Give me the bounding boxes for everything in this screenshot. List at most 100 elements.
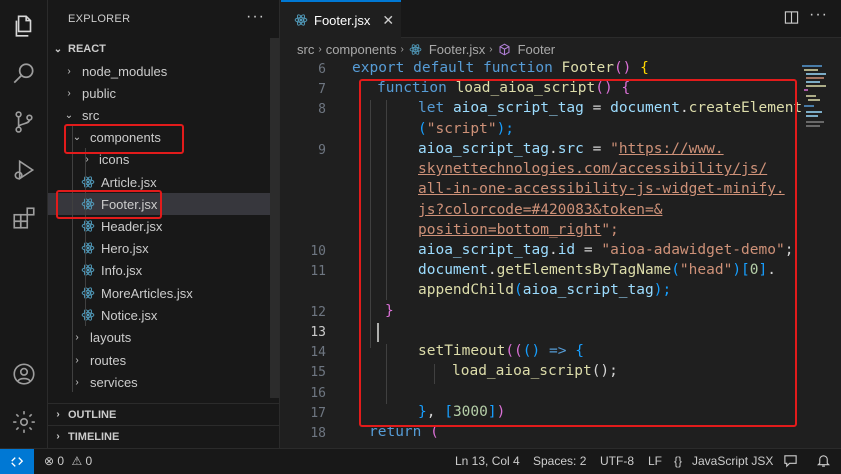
feedback-icon[interactable] bbox=[783, 453, 798, 471]
line-number: 10 bbox=[310, 244, 326, 259]
tree-item-hero[interactable]: Hero.jsx bbox=[48, 237, 279, 259]
tree-item-label: icons bbox=[99, 151, 130, 167]
encoding[interactable]: UTF-8 bbox=[600, 454, 634, 468]
tree-item-label: Notice.jsx bbox=[101, 307, 158, 323]
react-file-icon bbox=[80, 240, 96, 256]
extensions-icon[interactable] bbox=[0, 196, 48, 240]
react-file-icon bbox=[80, 174, 96, 190]
explorer-sidebar: EXPLORER ··· ⌄ REACT › node_modules › publ… bbox=[48, 0, 280, 448]
error-count: 0 bbox=[57, 454, 65, 468]
chevron-right-icon: › bbox=[400, 43, 404, 55]
chevron-right-icon: › bbox=[67, 65, 71, 77]
code-line-18: return ( bbox=[369, 424, 439, 440]
settings-gear-icon[interactable] bbox=[0, 400, 48, 444]
chevron-right-icon: › bbox=[85, 153, 89, 165]
remote-indicator-icon[interactable] bbox=[0, 449, 34, 474]
run-debug-icon[interactable] bbox=[0, 148, 48, 192]
tree-item-info[interactable]: Info.jsx bbox=[48, 259, 279, 281]
code-line-9-wrap: skynettechnologies.com/accessibility/js/ bbox=[418, 161, 768, 177]
indentation[interactable]: Spaces: 2 bbox=[533, 454, 586, 468]
tree-item-label: Article.jsx bbox=[101, 174, 157, 190]
tree-item-public[interactable]: › public bbox=[48, 82, 279, 104]
code-line-8-wrap: ("script"); bbox=[418, 121, 515, 137]
tree-item-footer[interactable]: Footer.jsx bbox=[48, 193, 279, 215]
line-number: 6 bbox=[318, 62, 326, 77]
search-icon[interactable] bbox=[0, 52, 48, 96]
breadcrumb-item[interactable]: Footer bbox=[518, 42, 556, 57]
react-file-icon bbox=[408, 41, 424, 57]
bell-icon[interactable] bbox=[816, 453, 831, 471]
tree-item-routes[interactable]: › routes bbox=[48, 349, 279, 371]
react-file-icon bbox=[80, 285, 96, 301]
react-file-icon bbox=[80, 262, 96, 278]
breadcrumb: src › components › Footer.jsx › Footer bbox=[281, 38, 841, 60]
code-line-7: function load_aioa_script() { bbox=[377, 80, 631, 96]
indent-guide bbox=[386, 344, 387, 404]
code-line-9: aioa_script_tag.src = "https://www. bbox=[418, 141, 724, 157]
tree-item-label: Info.jsx bbox=[101, 262, 143, 278]
symbol-cube-icon bbox=[497, 41, 513, 57]
chevron-right-icon: › bbox=[56, 431, 60, 442]
section-timeline[interactable]: › TIMELINE bbox=[48, 425, 279, 447]
tree-item-header[interactable]: Header.jsx bbox=[48, 215, 279, 237]
indent-guide bbox=[386, 100, 387, 300]
code-line-11: document.getElementsByTagName("head")[0]… bbox=[418, 262, 776, 278]
indent-guide bbox=[72, 126, 73, 392]
account-icon[interactable] bbox=[0, 352, 48, 396]
tree-item-layouts[interactable]: › layouts bbox=[48, 326, 279, 348]
tree-item-components[interactable]: ⌄ components bbox=[48, 126, 279, 148]
line-number: 9 bbox=[318, 143, 326, 158]
tree-item-label: layouts bbox=[90, 329, 132, 345]
section-outline[interactable]: › OUTLINE bbox=[48, 403, 279, 425]
breadcrumb-item[interactable]: components bbox=[326, 42, 397, 57]
sidebar-scrollbar[interactable] bbox=[270, 38, 279, 398]
split-editor-icon[interactable] bbox=[784, 10, 799, 28]
line-number: 12 bbox=[310, 305, 326, 320]
tree-item-icons[interactable]: › icons bbox=[48, 148, 279, 170]
language-mode[interactable]: JavaScript JSX bbox=[692, 454, 773, 468]
text-cursor bbox=[377, 323, 379, 342]
tree-item-morearticles[interactable]: MoreArticles.jsx bbox=[48, 282, 279, 304]
more-actions-button[interactable]: ··· bbox=[246, 8, 265, 26]
indent-guide bbox=[370, 100, 371, 348]
editor-scrollbar[interactable] bbox=[830, 60, 841, 448]
editor-tab-bar: Footer.jsx ✕ ··· bbox=[281, 0, 841, 38]
tab-footer[interactable]: Footer.jsx ✕ bbox=[281, 0, 401, 38]
tree-item-label: routes bbox=[90, 352, 127, 368]
tree-item-label: Hero.jsx bbox=[101, 240, 149, 256]
braces-icon[interactable]: {} bbox=[674, 454, 682, 468]
code-editor[interactable]: 6 7 8 9 10 11 12 13 14 15 16 17 18 expor… bbox=[281, 60, 841, 448]
cursor-position[interactable]: Ln 13, Col 4 bbox=[455, 454, 520, 468]
explorer-title: EXPLORER bbox=[68, 13, 131, 25]
section-timeline-label: TIMELINE bbox=[68, 430, 120, 443]
minimap[interactable] bbox=[800, 60, 830, 170]
explorer-icon[interactable] bbox=[0, 4, 48, 48]
tree-item-node-modules[interactable]: › node_modules bbox=[48, 60, 279, 82]
breadcrumb-item[interactable]: Footer.jsx bbox=[429, 42, 485, 57]
problems-indicator[interactable]: ⊗ 0 ⚠ 0 bbox=[44, 454, 92, 468]
tree-item-src[interactable]: ⌄ src bbox=[48, 104, 279, 126]
react-file-icon bbox=[80, 307, 96, 323]
source-control-icon[interactable] bbox=[0, 100, 48, 144]
react-file-icon bbox=[80, 196, 96, 212]
warning-count: 0 bbox=[85, 454, 93, 468]
tab-label: Footer.jsx bbox=[314, 12, 371, 28]
tree-item-label: components bbox=[90, 129, 161, 145]
chevron-right-icon: › bbox=[318, 43, 322, 55]
breadcrumb-item[interactable]: src bbox=[297, 42, 314, 57]
end-of-line[interactable]: LF bbox=[648, 454, 662, 468]
code-line-10: aioa_script_tag.id = "aioa-adawidget-dem… bbox=[418, 242, 794, 258]
code-line-15: load_aioa_script(); bbox=[452, 363, 618, 379]
error-icon: ⊗ bbox=[44, 454, 55, 468]
tree-item-article[interactable]: Article.jsx bbox=[48, 171, 279, 193]
section-react[interactable]: ⌄ REACT bbox=[48, 38, 279, 60]
close-icon[interactable]: ✕ bbox=[382, 12, 394, 29]
tree-item-services[interactable]: › services bbox=[48, 371, 279, 393]
line-number: 18 bbox=[310, 426, 326, 441]
more-actions-icon[interactable]: ··· bbox=[809, 6, 828, 24]
section-react-label: REACT bbox=[68, 43, 106, 55]
tree-item-notice[interactable]: Notice.jsx bbox=[48, 304, 279, 326]
tree-item-label: services bbox=[90, 374, 138, 390]
react-file-icon bbox=[293, 12, 309, 28]
indent-guide bbox=[85, 148, 86, 326]
